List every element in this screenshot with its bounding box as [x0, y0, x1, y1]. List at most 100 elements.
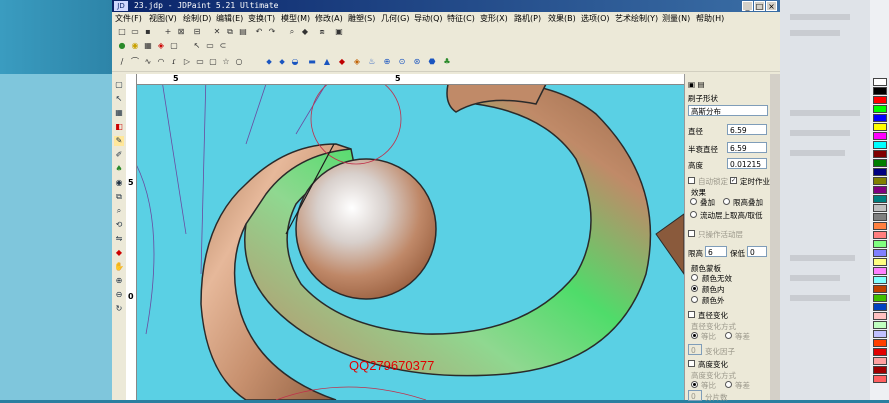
- mirror-tool-icon[interactable]: ⇋: [114, 234, 124, 244]
- save-icon[interactable]: ▪: [143, 27, 153, 37]
- timed-checkbox[interactable]: ✓: [730, 177, 737, 184]
- slice-count-input[interactable]: 0: [688, 390, 702, 401]
- menu-draw[interactable]: 绘制(D): [183, 13, 211, 24]
- point-icon[interactable]: ▷: [182, 57, 192, 67]
- pin-icon[interactable]: ●: [117, 41, 127, 51]
- magnify-tool-icon[interactable]: ⌕: [114, 206, 124, 216]
- menu-geometry[interactable]: 几何(G): [381, 13, 409, 24]
- copy-icon[interactable]: ⧉: [225, 27, 235, 37]
- only-active-layer-checkbox[interactable]: [688, 230, 695, 237]
- panel-tab-icon[interactable]: ▣ ▤: [688, 80, 705, 89]
- diamond-icon[interactable]: ◆: [337, 57, 347, 67]
- menu-guide[interactable]: 导动(Q): [414, 13, 443, 24]
- keep-low-input[interactable]: 0: [747, 246, 767, 257]
- diameter-change-checkbox[interactable]: [688, 311, 695, 318]
- color-swatch[interactable]: [873, 375, 887, 383]
- line-icon[interactable]: ∕: [117, 57, 127, 67]
- menu-model[interactable]: 模型(M): [281, 13, 310, 24]
- minimize-button[interactable]: _: [742, 1, 753, 11]
- color-swatch[interactable]: [873, 168, 887, 176]
- menu-edit[interactable]: 编辑(E): [216, 13, 243, 24]
- arc-icon[interactable]: ◠: [156, 57, 166, 67]
- color-swatch[interactable]: [873, 213, 887, 221]
- polyline-icon[interactable]: ⌒: [130, 57, 140, 67]
- erase-tool-icon[interactable]: ◧: [114, 122, 124, 132]
- color-swatch[interactable]: [873, 294, 887, 302]
- rotate-tool-icon[interactable]: ⟲: [114, 220, 124, 230]
- paint-tool-icon[interactable]: ◆: [114, 248, 124, 258]
- close-button[interactable]: ×: [766, 1, 777, 11]
- color-swatch[interactable]: [873, 366, 887, 374]
- color-swatch[interactable]: [873, 87, 887, 95]
- effect-limit-overlay-radio[interactable]: [723, 198, 730, 205]
- menu-measure[interactable]: 测量(N): [662, 13, 690, 24]
- menu-deform[interactable]: 变形(X): [480, 13, 508, 24]
- tool-icon[interactable]: ⊛: [412, 57, 422, 67]
- node-tool-icon[interactable]: ↖: [114, 94, 124, 104]
- color-swatch[interactable]: [873, 258, 887, 266]
- color-swatch[interactable]: [873, 222, 887, 230]
- link-icon[interactable]: ⊂: [218, 41, 228, 51]
- menu-options[interactable]: 选项(O): [581, 13, 610, 24]
- color-swatch[interactable]: [873, 339, 887, 347]
- diameter-equal-diff-radio[interactable]: [725, 332, 732, 339]
- mask-outside-radio[interactable]: [691, 296, 698, 303]
- plus-icon[interactable]: +: [163, 27, 173, 37]
- diameter-input[interactable]: 6.59: [727, 124, 767, 135]
- panel-scrollbar[interactable]: [770, 74, 780, 400]
- tree-icon[interactable]: ♣: [442, 57, 452, 67]
- sculpt-c-icon[interactable]: ◒: [290, 57, 300, 67]
- view-icon[interactable]: ▣: [334, 27, 344, 37]
- print-icon[interactable]: ⊟: [192, 27, 202, 37]
- color-swatch[interactable]: [873, 150, 887, 158]
- menu-feature[interactable]: 特征(C): [447, 13, 475, 24]
- effect-flow-radio[interactable]: [690, 211, 697, 218]
- color-swatch[interactable]: [873, 177, 887, 185]
- zoom-out-tool-icon[interactable]: ⊖: [114, 290, 124, 300]
- mold-tool-icon[interactable]: ◉: [114, 178, 124, 188]
- brush-tool-icon[interactable]: ✎: [114, 136, 124, 146]
- color-swatch[interactable]: [873, 312, 887, 320]
- color-swatch[interactable]: [873, 240, 887, 248]
- color-swatch[interactable]: [873, 303, 887, 311]
- sculpt-a-icon[interactable]: ⬥: [264, 57, 274, 67]
- zoom-in-tool-icon[interactable]: ⊕: [114, 276, 124, 286]
- paste-icon[interactable]: ▤: [238, 27, 248, 37]
- color-swatch[interactable]: [873, 321, 887, 329]
- menu-path[interactable]: 路机(P): [514, 13, 541, 24]
- change-factor-input[interactable]: 0: [688, 344, 702, 355]
- copy-tool-icon[interactable]: ⧉: [114, 192, 124, 202]
- menu-sculpt[interactable]: 雕塑(S): [348, 13, 375, 24]
- diameter-equal-ratio-radio[interactable]: [691, 332, 698, 339]
- brush-shape-select[interactable]: 高斯分布: [688, 105, 768, 116]
- select-tool-icon[interactable]: ▢: [114, 80, 124, 90]
- undo-icon[interactable]: ↶: [254, 27, 264, 37]
- smooth-icon[interactable]: ◈: [352, 57, 362, 67]
- open-file-icon[interactable]: ▭: [130, 27, 140, 37]
- circle-icon[interactable]: ○: [234, 57, 244, 67]
- frame-icon[interactable]: ▢: [169, 41, 179, 51]
- color-swatch[interactable]: [873, 141, 887, 149]
- grid-icon[interactable]: ▦: [143, 41, 153, 51]
- maximize-button[interactable]: □: [754, 1, 765, 11]
- color-swatch[interactable]: [873, 96, 887, 104]
- color-swatch[interactable]: [873, 357, 887, 365]
- spline-icon[interactable]: ɾ: [169, 57, 179, 67]
- bulb-icon[interactable]: ◉: [130, 41, 140, 51]
- menu-file[interactable]: 文件(F): [115, 13, 142, 24]
- new-file-icon[interactable]: □: [117, 27, 127, 37]
- zoom-icon[interactable]: ⌕: [287, 27, 297, 37]
- height-change-checkbox[interactable]: [688, 360, 695, 367]
- color-swatch[interactable]: [873, 267, 887, 275]
- mark-icon[interactable]: ◈: [156, 41, 166, 51]
- pen-tool-icon[interactable]: ✐: [114, 150, 124, 160]
- sculpt-b-icon[interactable]: ⬥: [277, 57, 287, 67]
- color-swatch[interactable]: [873, 195, 887, 203]
- rect-select-icon[interactable]: ▭: [205, 41, 215, 51]
- hand-tool-icon[interactable]: ✋: [114, 262, 124, 272]
- color-swatch[interactable]: [873, 204, 887, 212]
- height-equal-diff-radio[interactable]: [725, 381, 732, 388]
- color-swatch[interactable]: [873, 249, 887, 257]
- auto-lock-checkbox[interactable]: [688, 177, 695, 184]
- curve-icon[interactable]: ∿: [143, 57, 153, 67]
